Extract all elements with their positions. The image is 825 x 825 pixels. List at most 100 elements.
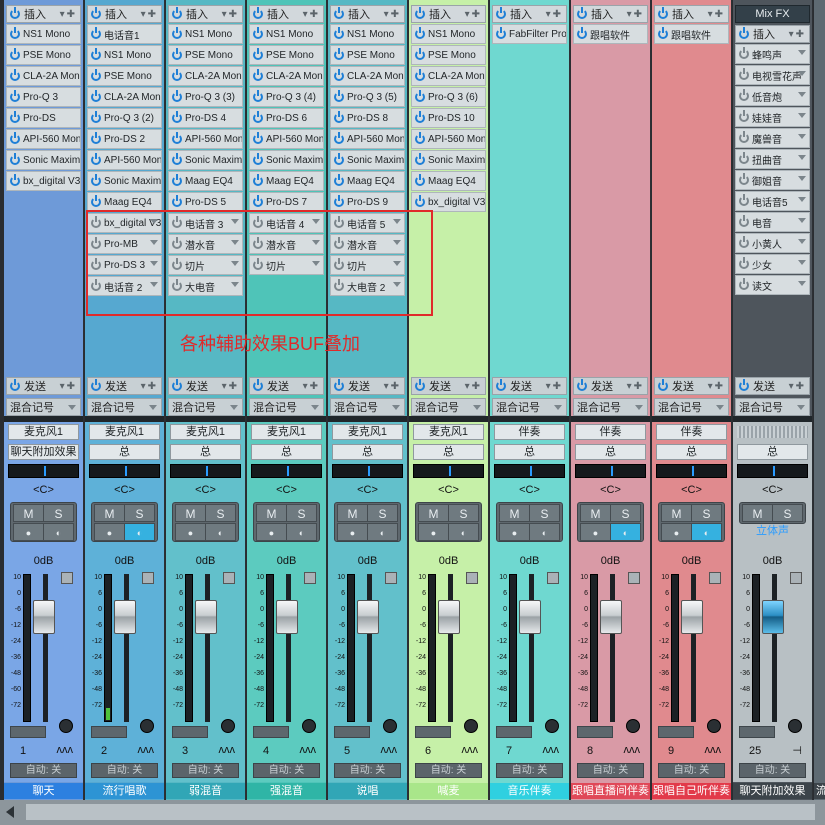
insert-menu-icon[interactable]: ▾✚ xyxy=(465,9,482,20)
insert-menu-icon[interactable]: ▾✚ xyxy=(627,9,644,20)
dropdown-icon[interactable] xyxy=(798,197,806,202)
power-icon[interactable] xyxy=(253,111,263,123)
power-icon[interactable] xyxy=(172,174,182,186)
dropdown-icon[interactable] xyxy=(798,155,806,160)
automation-select[interactable]: 自动: 关 xyxy=(658,763,725,778)
insert-slot[interactable]: API-560 Mono xyxy=(330,129,405,149)
power-icon[interactable] xyxy=(91,195,101,207)
power-icon[interactable] xyxy=(253,7,263,19)
power-icon[interactable] xyxy=(172,195,182,207)
dropdown-icon[interactable] xyxy=(311,404,319,410)
power-icon[interactable] xyxy=(253,379,263,391)
power-icon[interactable] xyxy=(415,27,425,39)
insert-slot[interactable]: Pro-DS 5 xyxy=(168,192,243,212)
scroll-left-icon[interactable] xyxy=(6,806,14,818)
output-select[interactable]: 总 xyxy=(494,444,565,460)
meter-clip-icon[interactable] xyxy=(466,572,478,584)
power-icon[interactable] xyxy=(415,153,425,165)
insert-slot[interactable]: 蜂鸣声 xyxy=(735,44,810,64)
solo-button[interactable]: S xyxy=(772,504,803,522)
send-header[interactable]: 发送 ▾✚ xyxy=(492,377,567,395)
power-icon[interactable] xyxy=(739,278,749,290)
fader-cap[interactable] xyxy=(519,600,541,634)
insert-slot[interactable]: 扭曲音 xyxy=(735,149,810,169)
monitor-button[interactable]: ◐ xyxy=(610,523,641,541)
power-icon[interactable] xyxy=(415,69,425,81)
waveform-icon[interactable]: ᴧᴧᴧ xyxy=(381,744,398,756)
insert-slot[interactable]: Maag EQ4 xyxy=(411,171,486,191)
insert-slot[interactable]: 电话音1 xyxy=(87,24,162,44)
power-icon[interactable] xyxy=(91,174,101,186)
insert-slot[interactable]: NS1 Mono xyxy=(6,24,81,44)
dropdown-icon[interactable] xyxy=(230,404,238,410)
mute-button[interactable]: M xyxy=(13,504,44,522)
channel-name[interactable]: 跟唱直播间伴奏 xyxy=(571,783,650,799)
meter-clip-icon[interactable] xyxy=(790,572,802,584)
output-select[interactable]: 聊天附加效果 xyxy=(8,444,79,460)
power-icon[interactable] xyxy=(172,111,182,123)
insert-slot[interactable]: Pro-Q 3 (3) xyxy=(168,87,243,107)
meter-clip-icon[interactable] xyxy=(142,572,154,584)
dropdown-icon[interactable] xyxy=(635,404,643,410)
channel-name[interactable]: 音乐伴奏 xyxy=(490,783,569,799)
dropdown-icon[interactable] xyxy=(392,404,400,410)
record-button[interactable]: ● xyxy=(418,523,449,541)
power-icon[interactable] xyxy=(10,153,20,165)
dropdown-icon[interactable] xyxy=(798,176,806,181)
power-icon[interactable] xyxy=(172,7,182,19)
insert-slot[interactable]: Pro-DS 6 xyxy=(249,108,324,128)
dropdown-icon[interactable] xyxy=(473,404,481,410)
send-menu-icon[interactable]: ▾✚ xyxy=(384,381,401,392)
power-icon[interactable] xyxy=(739,257,749,269)
insert-slot[interactable]: PSE Mono xyxy=(249,45,324,65)
power-icon[interactable] xyxy=(334,90,344,102)
meter-clip-icon[interactable] xyxy=(61,572,73,584)
insert-header[interactable]: 插入 ▾✚ xyxy=(249,5,324,23)
power-icon[interactable] xyxy=(253,132,263,144)
insert-slot[interactable]: Maag EQ4 xyxy=(249,171,324,191)
record-button[interactable]: ● xyxy=(94,523,125,541)
waveform-icon[interactable]: ᴧᴧᴧ xyxy=(624,744,641,756)
insert-slot[interactable]: 魔兽音 xyxy=(735,128,810,148)
power-icon[interactable] xyxy=(739,236,749,248)
power-icon[interactable] xyxy=(10,174,20,186)
output-select[interactable]: 总 xyxy=(170,444,241,460)
pan-slider[interactable] xyxy=(413,464,484,478)
power-icon[interactable] xyxy=(253,27,263,39)
insert-menu-icon[interactable]: ▾✚ xyxy=(546,9,563,20)
channel-name[interactable]: 弱混音 xyxy=(166,783,245,799)
channel-name[interactable]: 聊天附加效果 xyxy=(733,783,812,799)
routing-select[interactable]: 混合记号 xyxy=(249,398,324,416)
pan-slider[interactable] xyxy=(251,464,322,478)
solo-button[interactable]: S xyxy=(286,504,317,522)
meter-clip-icon[interactable] xyxy=(709,572,721,584)
power-icon[interactable] xyxy=(10,379,20,391)
fader-lock-icon[interactable] xyxy=(383,719,397,733)
fader-lock-icon[interactable] xyxy=(464,719,478,733)
dropdown-icon[interactable] xyxy=(798,134,806,139)
power-icon[interactable] xyxy=(91,111,101,123)
solo-button[interactable]: S xyxy=(124,504,155,522)
dropdown-icon[interactable] xyxy=(798,260,806,265)
input-select[interactable]: 麦克风1 xyxy=(89,424,160,440)
routing-select[interactable]: 混合记号 xyxy=(492,398,567,416)
pan-slider[interactable] xyxy=(656,464,727,478)
send-menu-icon[interactable]: ▾✚ xyxy=(546,381,563,392)
power-icon[interactable] xyxy=(415,111,425,123)
power-icon[interactable] xyxy=(739,68,749,80)
pan-slider[interactable] xyxy=(332,464,403,478)
automation-select[interactable]: 自动: 关 xyxy=(496,763,563,778)
output-select[interactable]: 总 xyxy=(575,444,646,460)
mute-button[interactable]: M xyxy=(94,504,125,522)
fader-lock-icon[interactable] xyxy=(788,719,802,733)
power-icon[interactable] xyxy=(91,48,101,60)
insert-slot[interactable]: API-560 Mono xyxy=(87,150,162,170)
power-icon[interactable] xyxy=(739,27,749,39)
power-icon[interactable] xyxy=(658,7,668,19)
power-icon[interactable] xyxy=(91,27,101,39)
send-header[interactable]: 发送 ▾✚ xyxy=(330,377,405,395)
insert-slot[interactable]: 电音 xyxy=(735,212,810,232)
monitor-button[interactable]: ◐ xyxy=(43,523,74,541)
insert-slot[interactable]: Pro-DS 4 xyxy=(168,108,243,128)
horizontal-scrollbar[interactable] xyxy=(0,800,825,825)
